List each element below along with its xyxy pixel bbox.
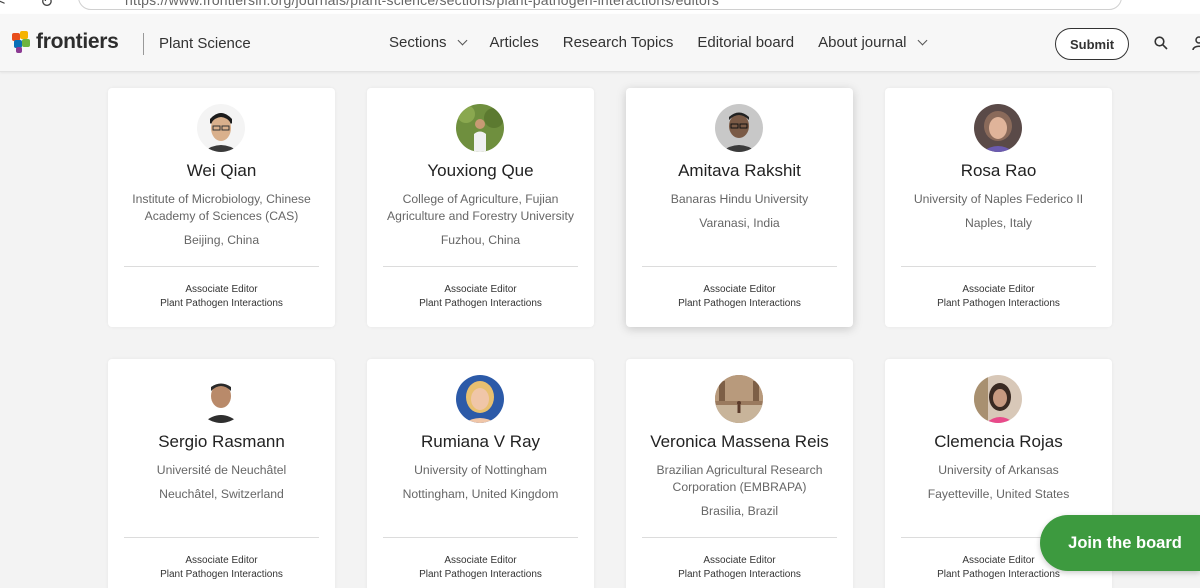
submit-button[interactable]: Submit bbox=[1055, 28, 1129, 60]
nav-about-journal[interactable]: About journal bbox=[818, 34, 927, 51]
avatar bbox=[197, 375, 245, 423]
editor-name[interactable]: Amitava Rakshit bbox=[626, 161, 853, 181]
editor-role: Associate Editor Plant Pathogen Interact… bbox=[108, 554, 335, 582]
editor-role: Associate Editor Plant Pathogen Interact… bbox=[626, 283, 853, 311]
card-divider bbox=[124, 537, 319, 538]
nav-sections[interactable]: Sections bbox=[389, 34, 467, 51]
avatar bbox=[974, 104, 1022, 152]
avatar bbox=[974, 375, 1022, 423]
back-icon[interactable]: < bbox=[0, 0, 5, 10]
editor-name[interactable]: Veronica Massena Reis bbox=[626, 432, 853, 452]
user-icon[interactable] bbox=[1192, 36, 1200, 50]
chevron-down-icon bbox=[917, 35, 927, 46]
card-divider bbox=[124, 266, 319, 267]
editor-name[interactable]: Youxiong Que bbox=[367, 161, 594, 181]
frontiers-logo[interactable]: frontiers bbox=[12, 30, 119, 54]
logo-divider bbox=[143, 33, 144, 55]
nav-about-journal-label: About journal bbox=[818, 34, 907, 51]
editor-card[interactable]: Rumiana V Ray University of Nottingham N… bbox=[367, 359, 594, 588]
editor-role-title: Associate Editor bbox=[185, 284, 258, 295]
site-header: frontiers Plant Science Sections Article… bbox=[0, 14, 1200, 72]
editor-role-section: Plant Pathogen Interactions bbox=[937, 298, 1060, 309]
editor-institution: University of Naples Federico II bbox=[913, 192, 1084, 206]
nav-articles[interactable]: Articles bbox=[490, 34, 539, 51]
editor-role-title: Associate Editor bbox=[185, 555, 258, 566]
editor-institution: University of Arkansas bbox=[938, 463, 1059, 477]
avatar bbox=[456, 104, 504, 152]
main-nav: Sections Articles Research Topics Editor… bbox=[389, 34, 950, 51]
editor-name[interactable]: Sergio Rasmann bbox=[108, 432, 335, 452]
editor-location: Varanasi, India bbox=[699, 216, 780, 230]
editor-role-title: Associate Editor bbox=[444, 284, 517, 295]
editor-location: Nottingham, United Kingdom bbox=[402, 487, 559, 501]
editor-card[interactable]: Sergio Rasmann Université de Neuchâtel N… bbox=[108, 359, 335, 588]
editor-institution: College of Agriculture, Fujian Agricultu… bbox=[387, 192, 574, 223]
editor-card[interactable]: Rosa Rao University of Naples Federico I… bbox=[885, 88, 1112, 327]
nav-editorial-board-label: Editorial board bbox=[697, 34, 795, 51]
editor-institution: Université de Neuchâtel bbox=[156, 463, 287, 477]
editor-role: Associate Editor Plant Pathogen Interact… bbox=[367, 283, 594, 311]
editor-name[interactable]: Rosa Rao bbox=[885, 161, 1112, 181]
editor-role-title: Associate Editor bbox=[703, 555, 776, 566]
search-icon[interactable] bbox=[1154, 36, 1168, 50]
avatar bbox=[715, 375, 763, 423]
nav-editorial-board[interactable]: Editorial board bbox=[697, 34, 794, 51]
editor-card[interactable]: Veronica Massena Reis Brazilian Agricult… bbox=[626, 359, 853, 588]
join-board-button[interactable]: Join the board bbox=[1040, 515, 1200, 571]
editor-location: Neuchâtel, Switzerland bbox=[159, 487, 284, 501]
browser-toolbar: < ↻ https://www.frontiersin.org/journals… bbox=[0, 0, 1200, 14]
editor-card[interactable]: Youxiong Que College of Agriculture, Fuj… bbox=[367, 88, 594, 327]
card-divider bbox=[901, 266, 1096, 267]
nav-sections-label: Sections bbox=[389, 34, 447, 51]
editor-role-title: Associate Editor bbox=[444, 555, 517, 566]
address-url: https://www.frontiersin.org/journals/pla… bbox=[125, 0, 720, 8]
editor-institution: University of Nottingham bbox=[414, 463, 547, 477]
editor-role-section: Plant Pathogen Interactions bbox=[419, 298, 542, 309]
editor-location: Fayetteville, United States bbox=[927, 487, 1070, 501]
editor-role-section: Plant Pathogen Interactions bbox=[160, 298, 283, 309]
editor-location: Brasilia, Brazil bbox=[700, 504, 779, 518]
journal-name[interactable]: Plant Science bbox=[159, 35, 251, 52]
editor-card[interactable]: Amitava Rakshit Banaras Hindu University… bbox=[626, 88, 853, 327]
card-divider bbox=[383, 537, 578, 538]
editor-role-title: Associate Editor bbox=[703, 284, 776, 295]
editor-location: Fuzhou, China bbox=[440, 233, 521, 247]
card-divider bbox=[642, 266, 837, 267]
nav-research-topics[interactable]: Research Topics bbox=[563, 34, 674, 51]
editor-card[interactable]: Wei Qian Institute of Microbiology, Chin… bbox=[108, 88, 335, 327]
editor-role: Associate Editor Plant Pathogen Interact… bbox=[367, 554, 594, 582]
reload-icon[interactable]: ↻ bbox=[40, 0, 53, 12]
editor-institution: Banaras Hindu University bbox=[670, 192, 809, 206]
editor-role-title: Associate Editor bbox=[962, 284, 1035, 295]
editor-role: Associate Editor Plant Pathogen Interact… bbox=[626, 554, 853, 582]
editor-role-section: Plant Pathogen Interactions bbox=[678, 569, 801, 580]
editor-location: Beijing, China bbox=[183, 233, 260, 247]
card-divider bbox=[642, 537, 837, 538]
card-divider bbox=[383, 266, 578, 267]
editor-role-section: Plant Pathogen Interactions bbox=[678, 298, 801, 309]
nav-articles-label: Articles bbox=[489, 34, 539, 51]
editor-institution: Brazilian Agricultural Research Corporat… bbox=[656, 463, 823, 494]
avatar bbox=[197, 104, 245, 152]
address-bar[interactable]: https://www.frontiersin.org/journals/pla… bbox=[78, 0, 1122, 10]
editor-name[interactable]: Clemencia Rojas bbox=[885, 432, 1112, 452]
editor-name[interactable]: Wei Qian bbox=[108, 161, 335, 181]
editor-location: Naples, Italy bbox=[964, 216, 1033, 230]
frontiers-logo-icon bbox=[12, 31, 32, 53]
editor-name[interactable]: Rumiana V Ray bbox=[367, 432, 594, 452]
avatar bbox=[715, 104, 763, 152]
avatar bbox=[456, 375, 504, 423]
editor-institution: Institute of Microbiology, Chinese Acade… bbox=[132, 192, 311, 223]
editor-role-section: Plant Pathogen Interactions bbox=[419, 569, 542, 580]
editor-role: Associate Editor Plant Pathogen Interact… bbox=[885, 283, 1112, 311]
chevron-down-icon bbox=[457, 35, 467, 46]
logo-wordmark: frontiers bbox=[36, 30, 119, 53]
editor-role: Associate Editor Plant Pathogen Interact… bbox=[108, 283, 335, 311]
editor-role-section: Plant Pathogen Interactions bbox=[160, 569, 283, 580]
nav-research-topics-label: Research Topics bbox=[562, 34, 674, 51]
